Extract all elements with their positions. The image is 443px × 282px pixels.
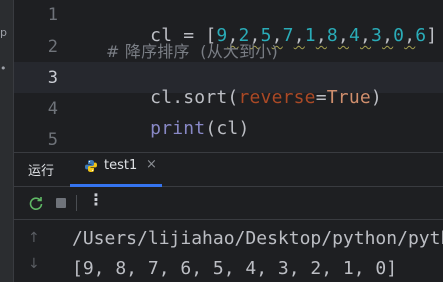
console-side-actions: ↑ ↓ bbox=[14, 220, 56, 282]
code-l4-rest: (cl) bbox=[205, 118, 250, 139]
list-number-4: 1 bbox=[304, 25, 316, 46]
toolbar-separator bbox=[76, 195, 77, 211]
list-number-3: 7 bbox=[282, 25, 294, 46]
line-number-4: 4 bbox=[47, 99, 58, 119]
run-tab-bar: 运行 test1 × bbox=[14, 153, 443, 187]
line-number-5: 5 bbox=[47, 130, 58, 150]
code-line-2-comment[interactable]: # 降序排序 (从大到小) bbox=[106, 38, 278, 62]
list-separator-7: , bbox=[382, 25, 394, 46]
line-number-1: 1 bbox=[47, 5, 58, 25]
code-l4-builtin: print bbox=[150, 118, 206, 139]
list-number-7: 3 bbox=[371, 25, 383, 46]
code-l1-suffix: ] bbox=[426, 25, 438, 46]
code-l3-eq: = bbox=[315, 87, 327, 108]
run-panel-label: 运行 bbox=[28, 164, 55, 179]
line-number-2: 2 bbox=[47, 37, 58, 57]
list-separator-3: , bbox=[293, 25, 305, 46]
list-number-9: 6 bbox=[415, 25, 427, 46]
code-l3-suffix: ) bbox=[370, 87, 382, 108]
list-separator-4: , bbox=[315, 25, 327, 46]
arrow-down-icon[interactable]: ↓ bbox=[28, 256, 40, 272]
list-separator-6: , bbox=[360, 25, 372, 46]
code-line-4[interactable]: print(cl) bbox=[106, 97, 250, 152]
code-editor[interactable]: 1 2 3 4 5 cl = [9,2,5,7,1,8,4,3,0,6] # 降… bbox=[14, 0, 443, 152]
console-output-line-1: /Users/lijiahao/Desktop/python/pyth bbox=[72, 228, 443, 249]
console-output-line-2: [9, 8, 7, 6, 5, 4, 3, 2, 1, 0] bbox=[72, 258, 398, 279]
left-strip-glyph-1[interactable]: p bbox=[0, 26, 13, 39]
arrow-up-icon[interactable]: ↑ bbox=[28, 230, 40, 246]
list-separator-8: , bbox=[404, 25, 416, 46]
rerun-icon[interactable] bbox=[28, 195, 44, 211]
left-tool-strip: p • bbox=[0, 0, 14, 282]
list-number-5: 8 bbox=[326, 25, 338, 46]
tab-close-icon[interactable]: × bbox=[146, 157, 157, 172]
run-toolbar: ⋮ bbox=[14, 187, 443, 220]
code-l3-value: True bbox=[326, 87, 371, 108]
stop-icon[interactable] bbox=[56, 198, 66, 208]
code-l3-param: reverse bbox=[238, 87, 316, 108]
more-options-icon[interactable]: ⋮ bbox=[88, 190, 104, 209]
run-tool-window: 运行 test1 × ⋮ ↑ ↓ /Users/lijiahao/Desktop… bbox=[14, 152, 443, 282]
list-separator-5: , bbox=[337, 25, 349, 46]
list-number-8: 0 bbox=[393, 25, 405, 46]
left-strip-glyph-2[interactable]: • bbox=[0, 62, 13, 75]
tab-title: test1 bbox=[104, 158, 138, 173]
run-tab-test1[interactable]: test1 × bbox=[70, 153, 162, 187]
list-number-6: 4 bbox=[348, 25, 360, 46]
python-icon bbox=[85, 160, 97, 172]
line-number-3: 3 bbox=[47, 68, 58, 88]
